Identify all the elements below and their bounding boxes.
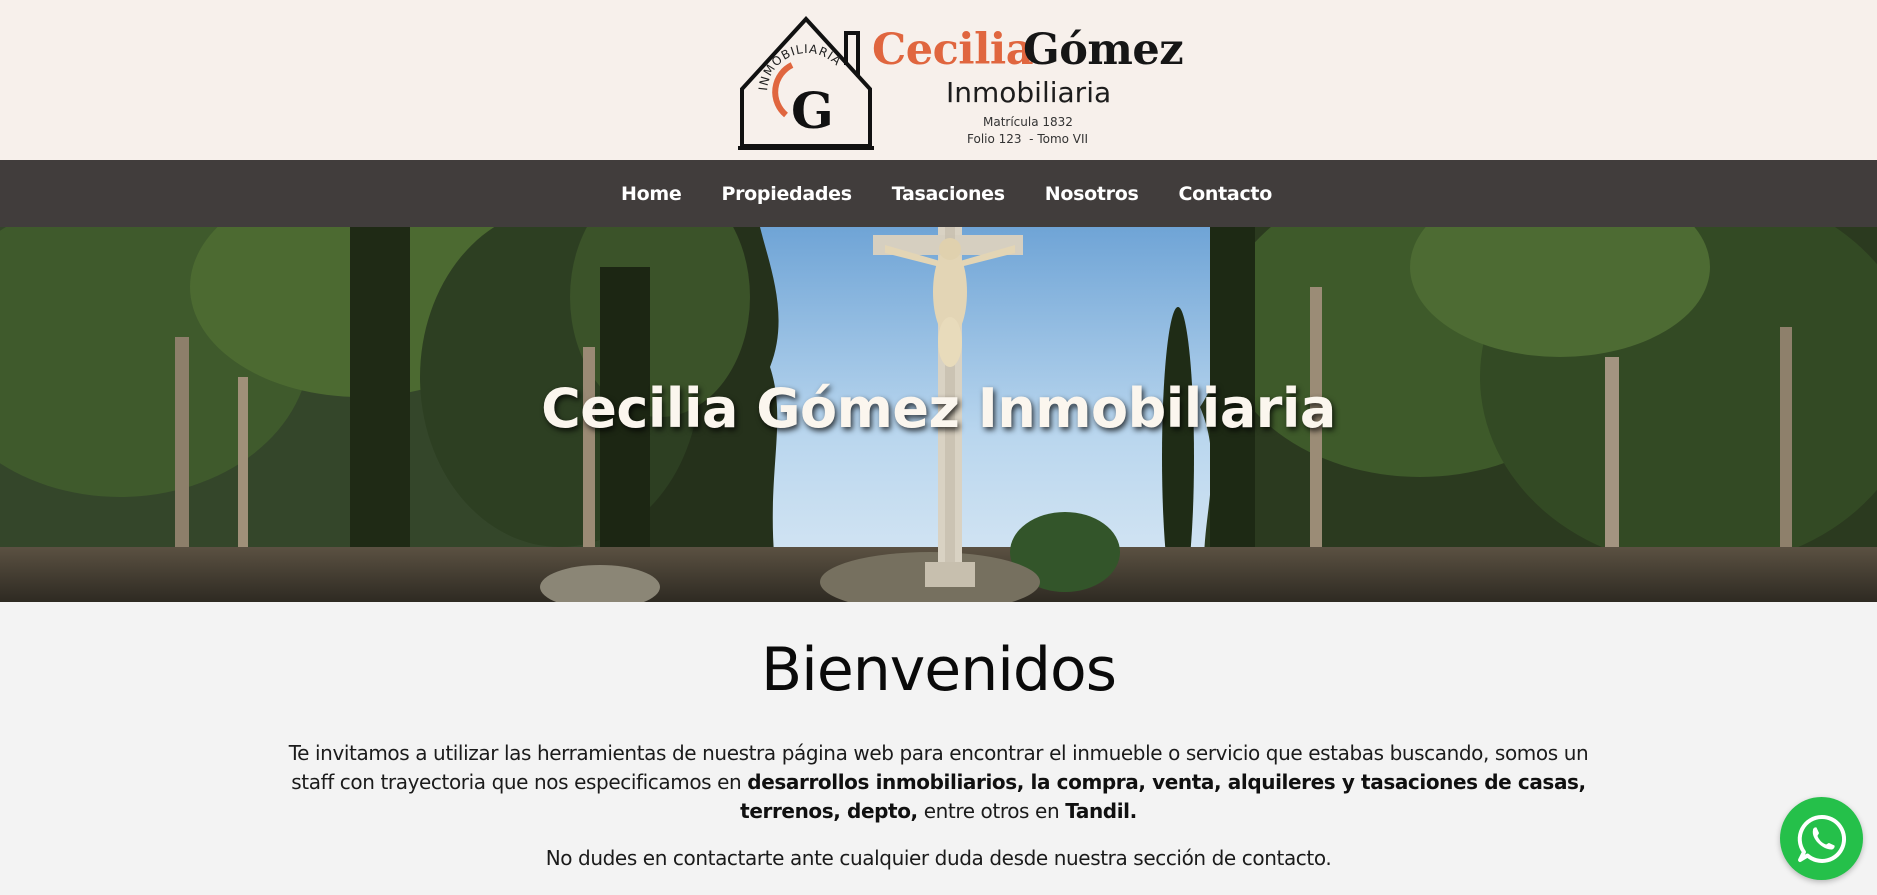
nav-home[interactable]: Home bbox=[621, 183, 682, 205]
brand-last-name: Gómez bbox=[1023, 25, 1184, 75]
house-logo-icon: INMOBILIARIA G bbox=[738, 16, 874, 150]
hero-title: Cecilia Gómez Inmobiliaria bbox=[541, 377, 1336, 440]
nav-nosotros[interactable]: Nosotros bbox=[1045, 183, 1139, 205]
main-nav: Home Propiedades Tasaciones Nosotros Con… bbox=[0, 160, 1877, 227]
brand-first-name: Cecilia bbox=[872, 25, 1034, 75]
welcome-contact-note: No dudes en contactarte ante cualquier d… bbox=[545, 846, 1332, 870]
welcome-heading: Bienvenidos bbox=[761, 635, 1117, 705]
nav-tasaciones[interactable]: Tasaciones bbox=[892, 183, 1005, 205]
hero-banner: Cecilia Gómez Inmobiliaria bbox=[0, 227, 1877, 602]
brand-logo[interactable]: INMOBILIARIA G Cecilia Gómez Inmobiliari… bbox=[734, 15, 1184, 151]
whatsapp-button[interactable] bbox=[1780, 797, 1863, 880]
brand-folio: Folio 123 - Tomo VII bbox=[967, 132, 1089, 146]
welcome-section: Bienvenidos Te invitamos a utilizar las … bbox=[0, 602, 1877, 871]
welcome-intro-services: desarrollos inmobiliarios, la compra, ve… bbox=[740, 770, 1586, 823]
brand-matricula: Matrícula 1832 bbox=[983, 115, 1073, 129]
svg-text:G: G bbox=[791, 81, 834, 140]
welcome-intro-city: Tandil. bbox=[1065, 799, 1137, 823]
welcome-intro: Te invitamos a utilizar las herramientas… bbox=[279, 739, 1599, 826]
nav-propiedades[interactable]: Propiedades bbox=[721, 183, 852, 205]
welcome-intro-text-2: entre otros en bbox=[917, 799, 1066, 823]
site-header: INMOBILIARIA G Cecilia Gómez Inmobiliari… bbox=[0, 0, 1877, 160]
nav-contacto[interactable]: Contacto bbox=[1179, 183, 1273, 205]
brand-subtitle: Inmobiliaria bbox=[946, 76, 1112, 109]
whatsapp-icon bbox=[1797, 814, 1846, 863]
